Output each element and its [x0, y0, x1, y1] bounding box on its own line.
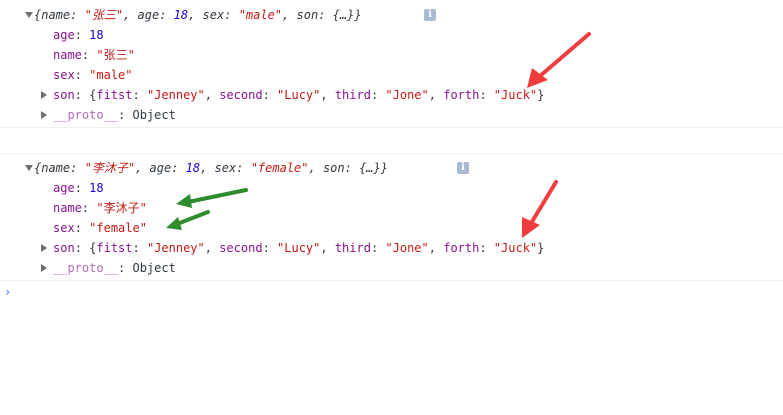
son-third-key: third [334, 241, 371, 255]
console-panel: {name: "张三", age: 18, sex: "male", son: … [0, 0, 783, 415]
prop-value: "male" [89, 68, 133, 82]
prop-name: name: "张三" [53, 48, 135, 62]
prop-sex: sex: "female" [53, 221, 147, 235]
console-entry-1: {name: "张三", age: 18, sex: "male", son: … [0, 0, 783, 128]
prop-sex: sex: "male" [53, 68, 133, 82]
object-summary-1[interactable]: {name: "张三", age: 18, sex: "male", son: … [0, 5, 783, 25]
son-forth-key: forth [443, 241, 480, 255]
summary-name-value: "李沐子" [84, 161, 136, 175]
info-icon[interactable]: i [457, 162, 469, 174]
prop-key: son [53, 88, 75, 102]
son-fitst-value: "Jenney" [146, 241, 205, 255]
summary-text: {name: "李沐子", age: 18, sex: "female", so… [34, 161, 388, 175]
chevron-right-icon[interactable]: › [4, 285, 11, 299]
proto-value: Object [132, 108, 176, 122]
separator [0, 127, 783, 128]
summary-name-key: name [41, 161, 71, 175]
son-second-value: "Lucy" [277, 241, 321, 255]
prop-proto[interactable]: __proto__: Object [0, 258, 783, 278]
summary-son-value: {…} [359, 161, 381, 175]
summary-son-value: {…} [332, 8, 355, 22]
summary-age-key: age [149, 161, 172, 175]
prop-value: "张三" [96, 48, 135, 62]
prop-age: age: 18 [53, 181, 104, 195]
info-icon[interactable]: i [424, 9, 436, 21]
prop-key: age [53, 28, 75, 42]
expand-triangle-icon[interactable] [41, 264, 47, 272]
summary-age-value: 18 [185, 161, 201, 175]
son-third-key: third [334, 88, 371, 102]
console-entry-2: {name: "李沐子", age: 18, sex: "female", so… [0, 153, 783, 281]
summary-name-key: name [41, 8, 71, 22]
object-summary-2[interactable]: {name: "李沐子", age: 18, sex: "female", so… [0, 158, 783, 178]
son-second-key: second [219, 88, 263, 102]
summary-son-key: son [296, 8, 319, 22]
son-forth-value: "Juck" [493, 88, 538, 102]
summary-sex-key: sex [214, 161, 237, 175]
expand-triangle-icon[interactable] [25, 165, 33, 171]
expand-triangle-icon[interactable] [41, 244, 47, 252]
expand-triangle-icon[interactable] [25, 12, 33, 18]
prop-age: age: 18 [53, 28, 104, 42]
prop-key: son [53, 241, 75, 255]
prop-value: 18 [89, 28, 104, 42]
separator [0, 280, 783, 281]
brace-close: } [380, 161, 388, 175]
summary-age-value: 18 [173, 8, 189, 22]
son-forth-value: "Juck" [493, 241, 538, 255]
son-fitst-key: fitst [96, 241, 133, 255]
prop-name: name: "李沐子" [53, 201, 147, 215]
prop-value: "female" [89, 221, 147, 235]
son-third-value: "Jone" [385, 88, 429, 102]
summary-son-key: son [322, 161, 345, 175]
son-third-value: "Jone" [385, 241, 429, 255]
summary-text: {name: "张三", age: 18, sex: "male", son: … [34, 8, 362, 22]
summary-name-value: "张三" [84, 8, 124, 22]
son-second-value: "Lucy" [277, 88, 321, 102]
prop-value: 18 [89, 181, 104, 195]
proto-key: __proto__ [53, 108, 119, 122]
summary-sex-key: sex [202, 8, 225, 22]
prop-key: sex [53, 221, 75, 235]
prop-key: name [53, 48, 82, 62]
prop-son[interactable]: son: {fitst: "Jenney", second: "Lucy", t… [0, 238, 783, 258]
brace-close: } [354, 8, 362, 22]
prop-value: "李沐子" [96, 201, 147, 215]
son-forth-key: forth [443, 88, 480, 102]
expand-triangle-icon[interactable] [41, 111, 47, 119]
expand-triangle-icon[interactable] [41, 91, 47, 99]
prop-key: name [53, 201, 82, 215]
prop-key: sex [53, 68, 75, 82]
summary-sex-value: "male" [238, 8, 283, 22]
summary-age-key: age [137, 8, 160, 22]
summary-sex-value: "female" [250, 161, 309, 175]
son-fitst-value: "Jenney" [146, 88, 205, 102]
proto-value: Object [132, 261, 176, 275]
proto-key: __proto__ [53, 261, 119, 275]
prop-son[interactable]: son: {fitst: "Jenney", second: "Lucy", t… [0, 85, 783, 105]
son-second-key: second [219, 241, 263, 255]
prop-proto[interactable]: __proto__: Object [0, 105, 783, 125]
son-fitst-key: fitst [96, 88, 133, 102]
prop-key: age [53, 181, 75, 195]
